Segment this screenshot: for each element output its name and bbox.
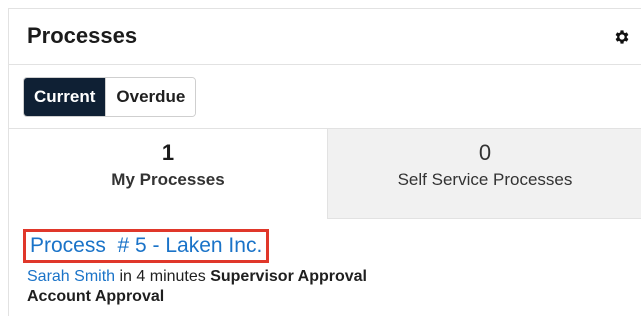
overdue-filter-button[interactable]: Overdue [105,78,196,116]
tab-my-processes[interactable]: 1 My Processes [9,129,327,219]
due-time-text: in 4 minutes [115,268,211,285]
highlight-box: Process # 5 - Laken Inc. [23,229,270,263]
process-definition-name: Account Approval [27,288,165,305]
self-service-count: 0 [478,140,492,165]
process-record-link[interactable]: Process # 5 - Laken Inc. [30,234,262,257]
my-processes-label: My Processes [111,170,225,189]
my-processes-count: 1 [161,140,175,165]
gear-icon[interactable] [613,28,631,46]
assigned-user-link[interactable]: Sarah Smith [27,268,115,285]
current-filter-button[interactable]: Current [24,78,106,116]
self-service-label: Self Service Processes [397,170,573,189]
dashlet-title: Processes [27,23,138,48]
processes-dashlet: Processes Current Overdue 1 My Processes… [8,8,641,316]
process-meta: Sarah Smith in 4 minutes Supervisor Appr… [27,267,627,307]
tab-self-service-processes[interactable]: 0 Self Service Processes [327,129,641,219]
activity-name: Supervisor Approval [210,268,367,285]
process-list-item: Process # 5 - Laken Inc. Sarah Smith in … [23,229,627,307]
process-tabs: 1 My Processes 0 Self Service Processes [9,128,641,219]
dashlet-header: Processes [9,9,641,65]
process-filter-toggle: Current Overdue [23,77,197,117]
